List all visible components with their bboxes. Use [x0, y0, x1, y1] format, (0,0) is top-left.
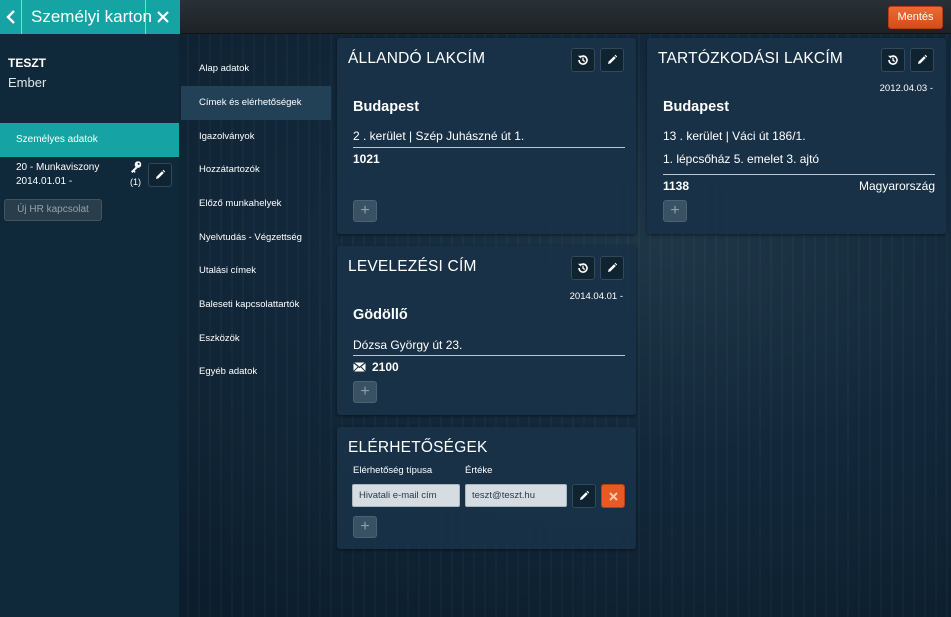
add-button[interactable]: + [353, 381, 377, 403]
subnav-item-id-documents[interactable]: Igazolványok [181, 120, 331, 154]
close-icon [157, 11, 169, 23]
city: Budapest [663, 99, 730, 115]
card-title: ELÉRHETŐSÉGEK [348, 439, 488, 456]
subnav-item-previous-jobs[interactable]: Előző munkahelyek [181, 187, 331, 221]
history-icon [578, 55, 588, 65]
hr-edit-button[interactable] [148, 163, 172, 187]
contact-delete-button[interactable] [601, 484, 625, 508]
card-title: TARTÓZKODÁSI LAKCÍM [658, 50, 843, 67]
sidebar: TESZT Ember Személyes adatok 20 - Munkav… [0, 34, 179, 617]
envelope-icon [353, 362, 366, 372]
add-button[interactable]: + [663, 200, 687, 222]
hr-relation-date: 2014.01.01 - [16, 176, 73, 187]
history-icon [578, 263, 588, 273]
subnav-item-other-data[interactable]: Egyéb adatok [181, 355, 331, 389]
subnav-item-emergency-contacts[interactable]: Baleseti kapcsolattartók [181, 288, 331, 322]
zip-code: 2100 [372, 360, 399, 374]
history-button[interactable] [571, 48, 595, 72]
save-button[interactable]: Mentés [888, 6, 943, 29]
close-button[interactable] [146, 0, 180, 34]
hr-relation-count: (1) [130, 177, 141, 187]
temporary-address-card: TARTÓZKODÁSI LAKCÍM 2012.04.03 - Budapes… [647, 38, 946, 234]
city: Budapest [353, 99, 420, 115]
mailing-address-card: LEVELEZÉSI CÍM 2014.04.01 - Gödöllő Dózs… [337, 246, 636, 415]
country: Magyarország [858, 179, 935, 193]
history-button[interactable] [571, 256, 595, 280]
contact-type-field[interactable]: Hivatali e-mail cím [352, 484, 460, 507]
subnav-item-relatives[interactable]: Hozzátartozók [181, 153, 331, 187]
divider [663, 174, 935, 175]
divider [353, 147, 625, 148]
pencil-icon [580, 490, 590, 500]
contact-value-field[interactable]: teszt@teszt.hu [465, 484, 567, 507]
new-hr-relation-button[interactable]: Új HR kapcsolat [4, 199, 102, 221]
app-title: Személyi karton [22, 0, 152, 34]
top-bar: Személyi karton Mentés [0, 0, 951, 34]
close-icon [608, 491, 618, 501]
title-block: Személyi karton [0, 0, 180, 34]
divider [353, 355, 625, 356]
pencil-icon [918, 54, 928, 64]
contact-value-label: Értéke [465, 465, 493, 476]
edit-button[interactable] [600, 256, 624, 280]
subnav-item-payment-addresses[interactable]: Utalási címek [181, 254, 331, 288]
street: 13 . kerület | Váci út 186/1. [663, 129, 806, 143]
sub-navigation: Alap adatok Címek és elérhetőségek Igazo… [180, 34, 331, 617]
subnav-item-addresses[interactable]: Címek és elérhetőségek [181, 86, 331, 120]
pencil-icon [608, 262, 618, 272]
pencil-icon [608, 54, 618, 64]
zip-code: 1021 [353, 152, 380, 166]
subnav-item-tools[interactable]: Eszközök [181, 322, 331, 356]
add-contact-button[interactable]: + [353, 516, 377, 538]
street-detail: 1. lépcsőház 5. emelet 3. ajtó [663, 152, 820, 166]
edit-button[interactable] [600, 48, 624, 72]
validity-date: 2014.04.01 - [569, 291, 623, 302]
user-subtitle: Ember [8, 75, 47, 90]
city: Gödöllő [353, 307, 408, 323]
street: Dózsa György út 23. [353, 338, 463, 352]
user-name: TESZT [8, 56, 46, 70]
key-icon [131, 161, 142, 173]
card-title: ÁLLANDÓ LAKCÍM [348, 50, 486, 67]
contact-edit-button[interactable] [572, 484, 596, 508]
history-button[interactable] [881, 48, 905, 72]
edit-button[interactable] [910, 48, 934, 72]
pencil-icon [156, 169, 166, 179]
permanent-address-card: ÁLLANDÓ LAKCÍM Budapest 2 . kerület | Sz… [337, 38, 636, 234]
zip-code: 1138 [663, 179, 690, 193]
add-button[interactable]: + [353, 200, 377, 222]
history-icon [888, 55, 898, 65]
chevron-left-icon [5, 10, 15, 24]
card-title: LEVELEZÉSI CÍM [348, 258, 477, 275]
contacts-card: ELÉRHETŐSÉGEK Elérhetőség típusa Értéke … [337, 427, 636, 549]
subnav-item-languages-education[interactable]: Nyelvtudás - Végzettség [181, 221, 331, 255]
back-button[interactable] [0, 0, 22, 34]
validity-date: 2012.04.03 - [879, 83, 933, 94]
hr-relation-type[interactable]: 20 - Munkaviszony [16, 162, 99, 173]
subnav-item-basic-data[interactable]: Alap adatok [181, 52, 331, 86]
contact-type-label: Elérhetőség típusa [353, 465, 433, 476]
sidebar-item-personal-data[interactable]: Személyes adatok [0, 123, 179, 157]
street: 2 . kerület | Szép Juhászné út 1. [353, 129, 525, 143]
